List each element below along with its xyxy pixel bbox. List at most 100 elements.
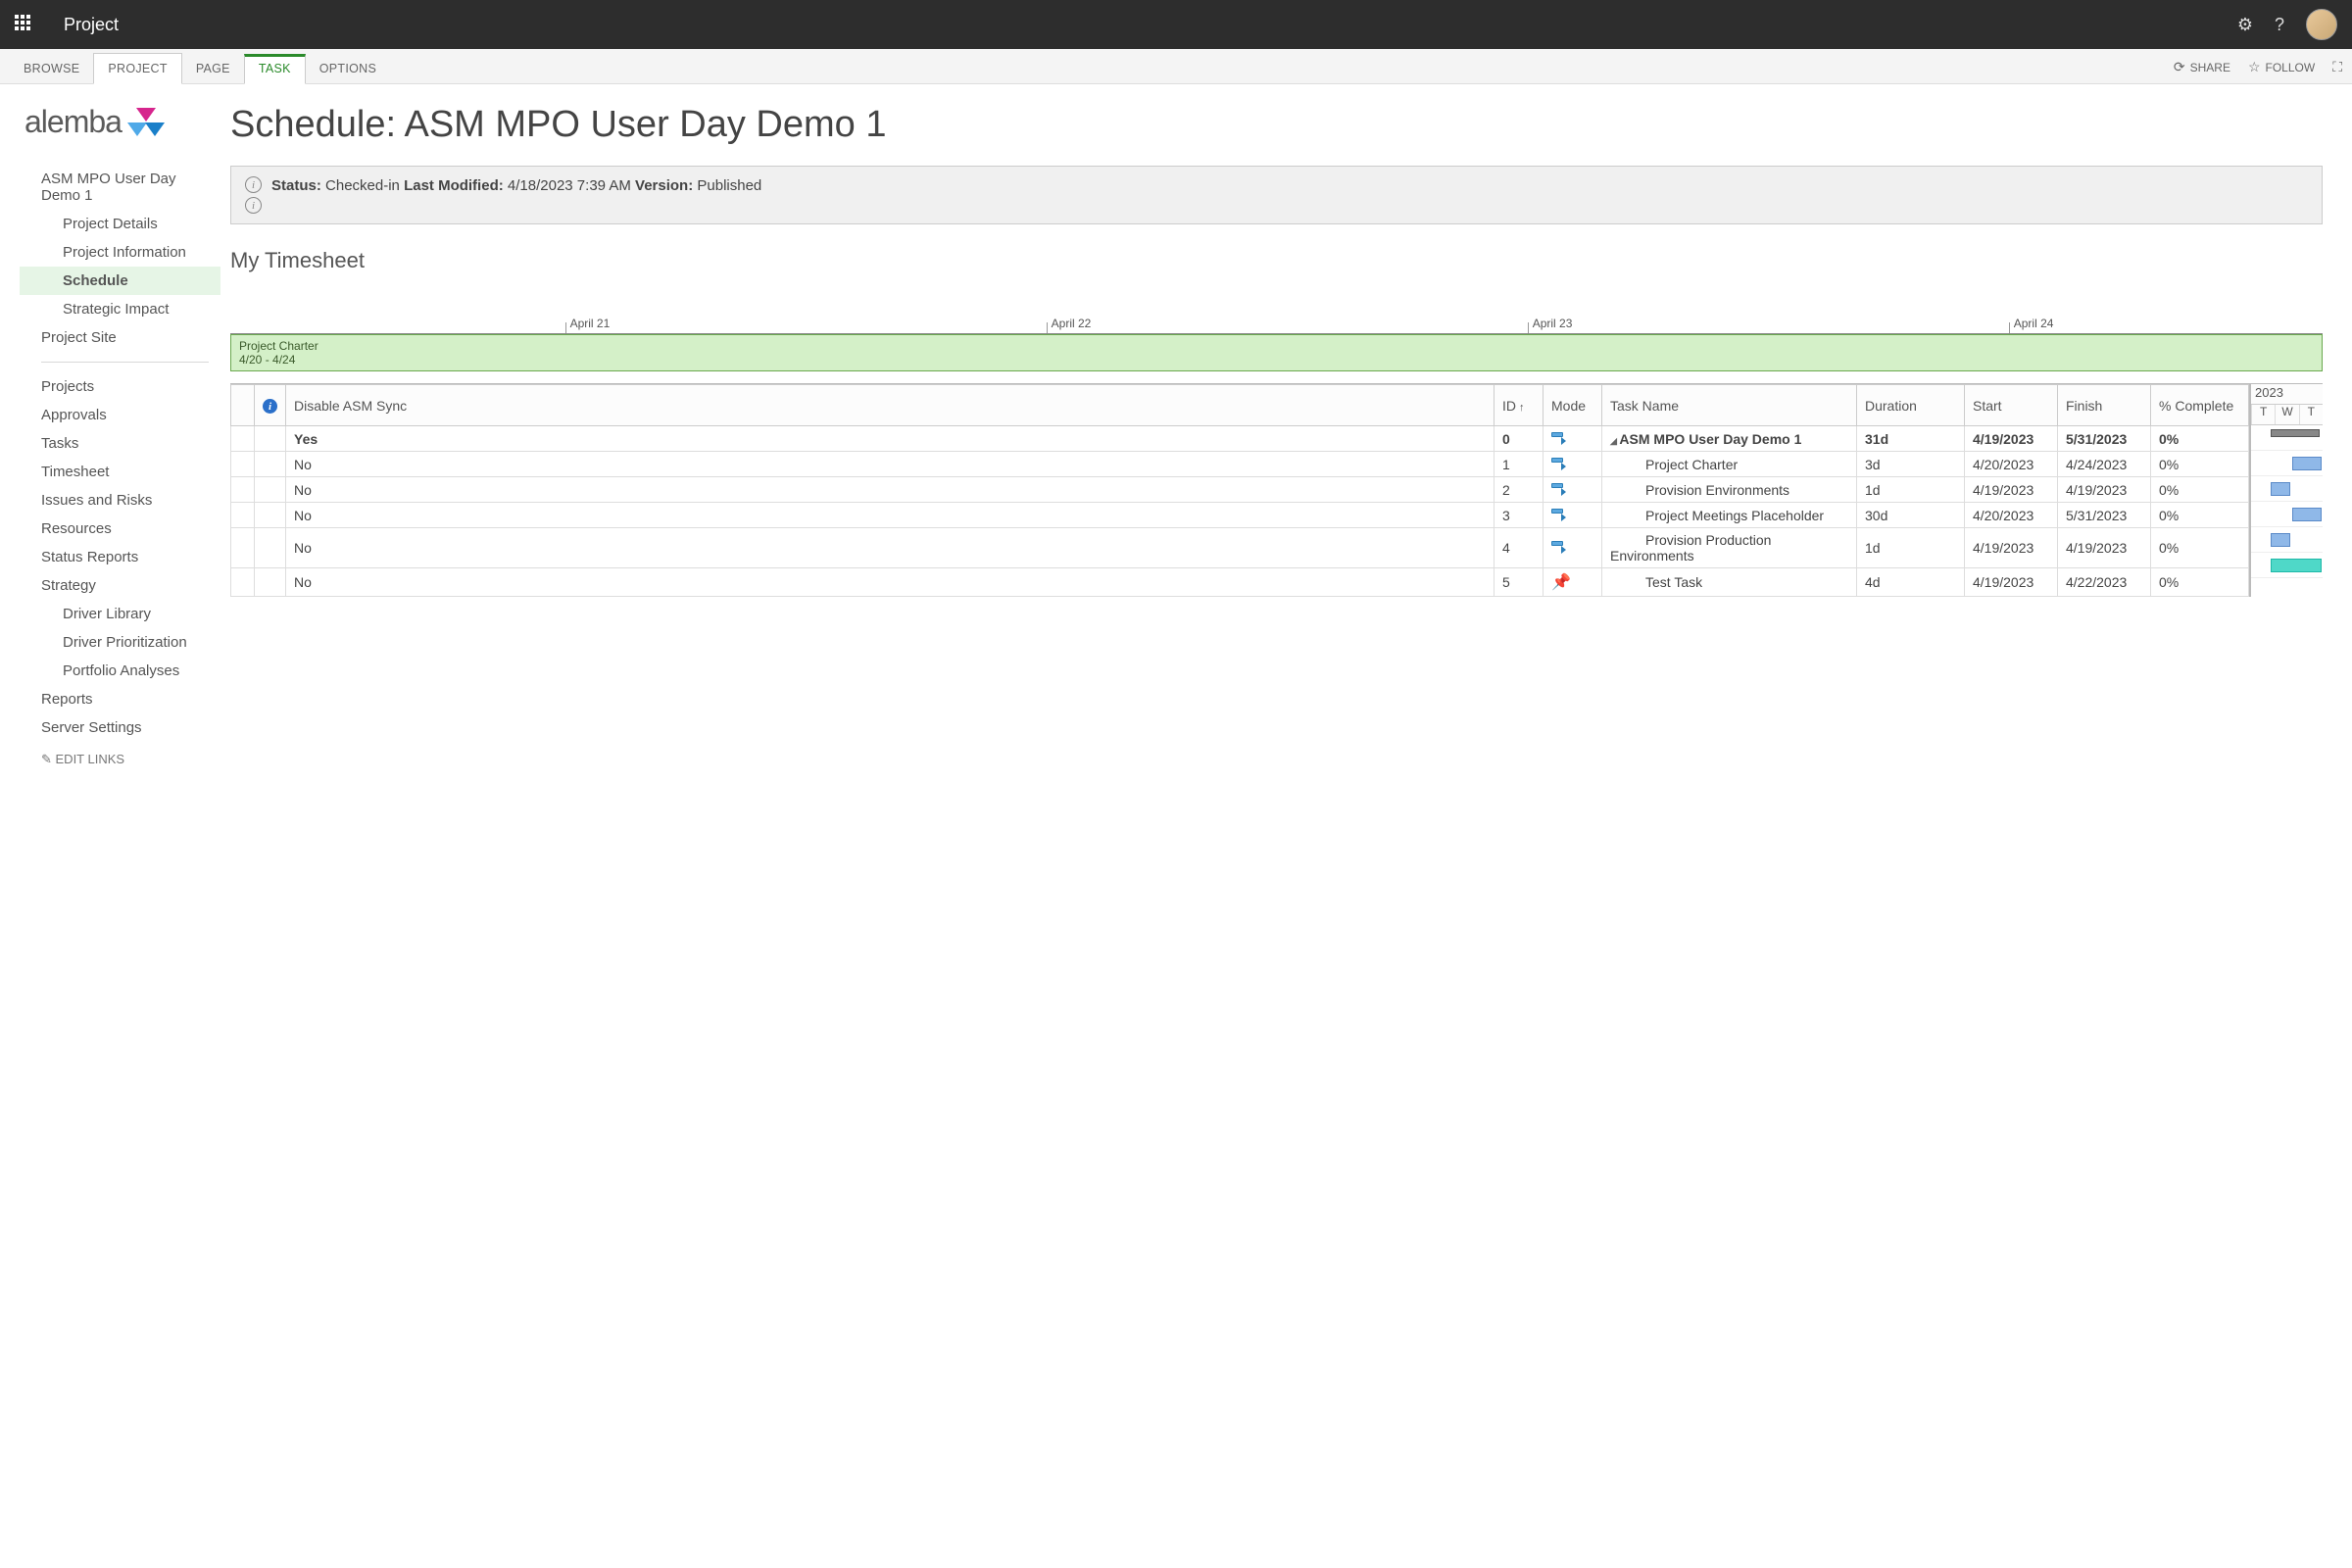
cell-mode[interactable] [1544, 477, 1602, 503]
row-selector[interactable] [231, 426, 255, 452]
app-launcher-icon[interactable] [15, 15, 34, 34]
cell-duration[interactable]: 31d [1857, 426, 1965, 452]
cell-mode[interactable] [1544, 503, 1602, 528]
cell-id[interactable]: 2 [1494, 477, 1544, 503]
cell-start[interactable]: 4/19/2023 [1965, 426, 2058, 452]
cell-task-name[interactable]: ASM MPO User Day Demo 1 [1602, 426, 1857, 452]
help-icon[interactable]: ? [2275, 15, 2284, 35]
cell-finish[interactable]: 4/19/2023 [2058, 477, 2151, 503]
sidebar-item-driver-prioritization[interactable]: Driver Prioritization [20, 628, 220, 657]
gear-icon[interactable]: ⚙ [2237, 15, 2253, 35]
edit-links-button[interactable]: EDIT LINKS [20, 742, 220, 777]
cell-start[interactable]: 4/19/2023 [1965, 477, 2058, 503]
sidebar-item-reports[interactable]: Reports [20, 685, 220, 713]
sidebar-item-schedule[interactable]: Schedule [20, 267, 220, 295]
cell-mode[interactable]: 📌 [1544, 568, 1602, 597]
cell-pct-complete[interactable]: 0% [2151, 426, 2249, 452]
cell-disable-sync[interactable]: Yes [286, 426, 1494, 452]
tab-task[interactable]: TASK [244, 54, 306, 84]
sidebar-item-project-information[interactable]: Project Information [20, 238, 220, 267]
col-finish[interactable]: Finish [2058, 385, 2151, 426]
sidebar-item-approvals[interactable]: Approvals [20, 401, 220, 429]
sidebar-item-project-details[interactable]: Project Details [20, 210, 220, 238]
sidebar-item-projects[interactable]: Projects [20, 372, 220, 401]
tab-page[interactable]: PAGE [182, 54, 244, 83]
cell-id[interactable]: 1 [1494, 452, 1544, 477]
col-info[interactable]: i [255, 385, 286, 426]
cell-duration[interactable]: 30d [1857, 503, 1965, 528]
cell-mode[interactable] [1544, 528, 1602, 568]
col-pct-complete[interactable]: % Complete [2151, 385, 2249, 426]
table-row[interactable]: No3 Project Meetings Placeholder30d4/20/2… [231, 503, 2249, 528]
cell-pct-complete[interactable]: 0% [2151, 503, 2249, 528]
col-id[interactable]: ID [1494, 385, 1544, 426]
cell-task-name[interactable]: Test Task [1602, 568, 1857, 597]
row-selector[interactable] [231, 568, 255, 597]
cell-finish[interactable]: 4/19/2023 [2058, 528, 2151, 568]
cell-disable-sync[interactable]: No [286, 568, 1494, 597]
sidebar-item-strategy[interactable]: Strategy [20, 571, 220, 600]
cell-disable-sync[interactable]: No [286, 477, 1494, 503]
cell-task-name[interactable]: Project Meetings Placeholder [1602, 503, 1857, 528]
sidebar-item-project[interactable]: ASM MPO User Day Demo 1 [20, 165, 220, 210]
cell-finish[interactable]: 4/22/2023 [2058, 568, 2151, 597]
sidebar-item-server-settings[interactable]: Server Settings [20, 713, 220, 742]
sidebar-item-portfolio-analyses[interactable]: Portfolio Analyses [20, 657, 220, 685]
sidebar-item-status-reports[interactable]: Status Reports [20, 543, 220, 571]
cell-mode[interactable] [1544, 452, 1602, 477]
sidebar-item-tasks[interactable]: Tasks [20, 429, 220, 458]
info-icon[interactable]: i [245, 176, 262, 193]
cell-task-name[interactable]: Provision Production Environments [1602, 528, 1857, 568]
cell-finish[interactable]: 5/31/2023 [2058, 426, 2151, 452]
logo[interactable]: alemba [24, 104, 220, 140]
cell-finish[interactable]: 5/31/2023 [2058, 503, 2151, 528]
sidebar-item-project-site[interactable]: Project Site [20, 323, 220, 352]
row-selector[interactable] [231, 503, 255, 528]
table-row[interactable]: No1 Project Charter3d4/20/20234/24/20230% [231, 452, 2249, 477]
cell-task-name[interactable]: Project Charter [1602, 452, 1857, 477]
info-icon[interactable]: i [245, 197, 262, 214]
col-selector[interactable] [231, 385, 255, 426]
table-row[interactable]: No5📌Test Task4d4/19/20234/22/20230% [231, 568, 2249, 597]
row-selector[interactable] [231, 528, 255, 568]
cell-pct-complete[interactable]: 0% [2151, 528, 2249, 568]
sidebar-item-timesheet[interactable]: Timesheet [20, 458, 220, 486]
cell-disable-sync[interactable]: No [286, 503, 1494, 528]
row-selector[interactable] [231, 477, 255, 503]
cell-id[interactable]: 0 [1494, 426, 1544, 452]
sidebar-item-driver-library[interactable]: Driver Library [20, 600, 220, 628]
cell-start[interactable]: 4/19/2023 [1965, 568, 2058, 597]
cell-disable-sync[interactable]: No [286, 452, 1494, 477]
tab-project[interactable]: PROJECT [93, 53, 181, 84]
table-row[interactable]: No2Provision Environments1d4/19/20234/19… [231, 477, 2249, 503]
cell-start[interactable]: 4/19/2023 [1965, 528, 2058, 568]
table-row[interactable]: Yes0 ASM MPO User Day Demo 131d4/19/20235… [231, 426, 2249, 452]
cell-start[interactable]: 4/20/2023 [1965, 503, 2058, 528]
table-row[interactable]: No4Provision Production Environments1d4/… [231, 528, 2249, 568]
sidebar-item-resources[interactable]: Resources [20, 514, 220, 543]
gantt-bar-project-charter[interactable]: Project Charter 4/20 - 4/24 [230, 334, 2323, 371]
cell-start[interactable]: 4/20/2023 [1965, 452, 2058, 477]
col-mode[interactable]: Mode [1544, 385, 1602, 426]
tab-options[interactable]: OPTIONS [306, 54, 390, 83]
cell-duration[interactable]: 4d [1857, 568, 1965, 597]
cell-pct-complete[interactable]: 0% [2151, 452, 2249, 477]
share-button[interactable]: ⟳SHARE [2174, 59, 2230, 83]
cell-duration[interactable]: 3d [1857, 452, 1965, 477]
cell-duration[interactable]: 1d [1857, 528, 1965, 568]
tab-browse[interactable]: BROWSE [10, 54, 93, 83]
row-selector[interactable] [231, 452, 255, 477]
cell-id[interactable]: 4 [1494, 528, 1544, 568]
cell-disable-sync[interactable]: No [286, 528, 1494, 568]
cell-pct-complete[interactable]: 0% [2151, 568, 2249, 597]
cell-duration[interactable]: 1d [1857, 477, 1965, 503]
sidebar-item-issues-risks[interactable]: Issues and Risks [20, 486, 220, 514]
cell-id[interactable]: 5 [1494, 568, 1544, 597]
col-start[interactable]: Start [1965, 385, 2058, 426]
cell-task-name[interactable]: Provision Environments [1602, 477, 1857, 503]
follow-button[interactable]: ☆FOLLOW [2248, 59, 2315, 83]
col-disable-asm-sync[interactable]: Disable ASM Sync [286, 385, 1494, 426]
cell-id[interactable]: 3 [1494, 503, 1544, 528]
cell-finish[interactable]: 4/24/2023 [2058, 452, 2151, 477]
cell-mode[interactable] [1544, 426, 1602, 452]
